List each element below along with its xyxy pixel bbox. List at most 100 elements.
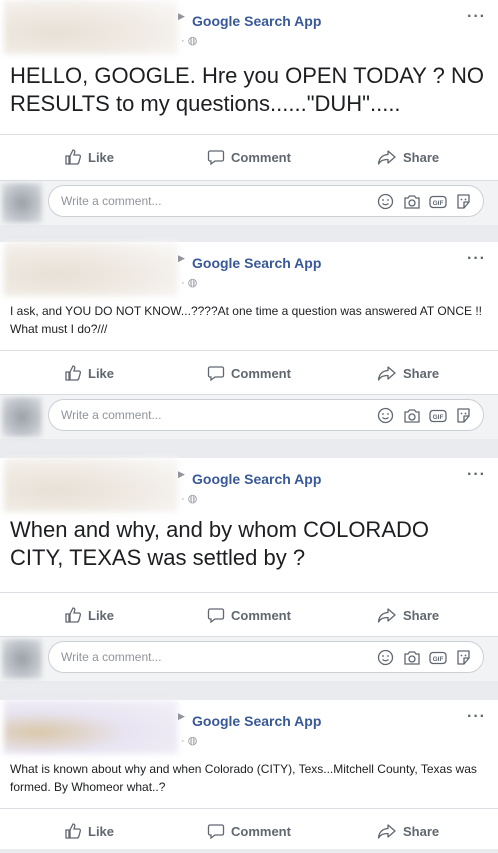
post-actions: Like Comment Share (0, 350, 498, 395)
shared-to-arrow-icon: ▶ (178, 469, 185, 479)
speech-bubble-icon (207, 150, 225, 166)
share-button[interactable]: Share (377, 809, 439, 853)
comment-input[interactable]: Write a comment... GIF (48, 399, 484, 431)
author-avatar[interactable] (4, 242, 178, 296)
comment-input[interactable]: Write a comment... GIF (48, 641, 484, 673)
share-arrow-icon (377, 366, 396, 381)
globe-icon[interactable]: · ◍ (181, 735, 197, 747)
comment-tools: GIF (376, 406, 473, 425)
author-avatar[interactable] (4, 0, 178, 54)
post-actions: Like Comment Share (0, 808, 498, 853)
page-name-link[interactable]: Google Search App (192, 471, 321, 487)
page-name-link[interactable]: Google Search App (192, 13, 321, 29)
post-text: What is known about why and when Colorad… (10, 762, 477, 794)
more-options-icon[interactable]: ··· (467, 466, 486, 484)
comment-input[interactable]: Write a comment... GIF (48, 185, 484, 217)
post-text: I ask, and YOU DO NOT KNOW...????At one … (10, 304, 482, 336)
comment-bar: Write a comment... GIF (0, 636, 498, 681)
share-label: Share (403, 365, 440, 381)
share-button[interactable]: Share (377, 135, 439, 179)
sticker-icon[interactable] (454, 406, 473, 425)
sticker-icon[interactable] (454, 192, 473, 211)
more-options-icon[interactable]: ··· (467, 708, 486, 726)
viewer-avatar (2, 183, 42, 223)
viewer-avatar (2, 639, 42, 679)
share-label: Share (403, 823, 440, 839)
share-button[interactable]: Share (377, 351, 439, 395)
shared-to-arrow-icon: ▶ (178, 711, 185, 721)
like-button[interactable]: Like (64, 351, 114, 395)
svg-text:GIF: GIF (432, 414, 443, 421)
like-button[interactable]: Like (64, 809, 114, 853)
thumbs-up-icon (65, 365, 82, 381)
gif-icon[interactable]: GIF (428, 406, 447, 425)
post-4: ▶ Google Search App · ◍ ··· What is know… (0, 700, 498, 849)
globe-icon[interactable]: · ◍ (181, 493, 197, 505)
like-label: Like (88, 149, 115, 165)
comment-placeholder: Write a comment... (61, 194, 162, 208)
page-name-link[interactable]: Google Search App (192, 713, 321, 729)
comment-button[interactable]: Comment (207, 809, 291, 853)
post-header: ▶ Google Search App · ◍ ··· (0, 0, 498, 56)
post-header: ▶ Google Search App · ◍ ··· (0, 700, 498, 756)
more-options-icon[interactable]: ··· (467, 8, 486, 26)
page-name-link[interactable]: Google Search App (192, 255, 321, 271)
comment-tools: GIF (376, 192, 473, 211)
svg-text:GIF: GIF (432, 656, 443, 663)
share-arrow-icon (377, 608, 396, 623)
post-actions: Like Comment Share (0, 134, 498, 179)
share-label: Share (403, 607, 440, 623)
comment-placeholder: Write a comment... (61, 650, 162, 664)
thumbs-up-icon (65, 149, 82, 165)
like-button[interactable]: Like (64, 593, 114, 637)
gif-icon[interactable]: GIF (428, 192, 447, 211)
like-button[interactable]: Like (64, 135, 114, 179)
like-label: Like (88, 365, 115, 381)
comment-button[interactable]: Comment (207, 135, 291, 179)
comment-tools: GIF (376, 648, 473, 667)
gif-icon[interactable]: GIF (428, 648, 447, 667)
camera-icon[interactable] (402, 192, 421, 211)
comment-label: Comment (231, 365, 291, 381)
viewer-avatar (2, 397, 42, 437)
smiley-icon[interactable] (376, 648, 395, 667)
post-header: ▶ Google Search App · ◍ ··· (0, 458, 498, 514)
more-options-icon[interactable]: ··· (467, 250, 486, 268)
speech-bubble-icon (207, 366, 225, 382)
like-label: Like (88, 607, 115, 623)
share-arrow-icon (377, 824, 396, 839)
post-1: ▶ Google Search App · ◍ ··· HELLO, GOOGL… (0, 0, 498, 180)
thumbs-up-icon (65, 823, 82, 839)
post-text: HELLO, GOOGLE. Hre you OPEN TODAY ? NO R… (10, 63, 484, 116)
author-avatar[interactable] (4, 700, 178, 754)
sticker-icon[interactable] (454, 648, 473, 667)
shared-to-arrow-icon: ▶ (178, 11, 185, 21)
post-2: ▶ Google Search App · ◍ ··· I ask, and Y… (0, 242, 498, 394)
comment-button[interactable]: Comment (207, 593, 291, 637)
post-actions: Like Comment Share (0, 592, 498, 637)
post-header: ▶ Google Search App · ◍ ··· (0, 242, 498, 298)
comment-bar: Write a comment... GIF (0, 180, 498, 225)
post-text: When and why, and by whom COLORADO CITY,… (10, 517, 429, 570)
smiley-icon[interactable] (376, 406, 395, 425)
share-arrow-icon (377, 150, 396, 165)
author-avatar[interactable] (4, 458, 178, 512)
thumbs-up-icon (65, 607, 82, 623)
camera-icon[interactable] (402, 648, 421, 667)
shared-to-arrow-icon: ▶ (178, 253, 185, 263)
comment-label: Comment (231, 823, 291, 839)
share-label: Share (403, 149, 440, 165)
comment-label: Comment (231, 149, 291, 165)
smiley-icon[interactable] (376, 192, 395, 211)
share-button[interactable]: Share (377, 593, 439, 637)
speech-bubble-icon (207, 608, 225, 624)
like-label: Like (88, 823, 115, 839)
comment-placeholder: Write a comment... (61, 408, 162, 422)
comment-button[interactable]: Comment (207, 351, 291, 395)
comment-bar: Write a comment... GIF (0, 394, 498, 439)
globe-icon[interactable]: · ◍ (181, 35, 197, 47)
comment-label: Comment (231, 607, 291, 623)
camera-icon[interactable] (402, 406, 421, 425)
globe-icon[interactable]: · ◍ (181, 277, 197, 289)
speech-bubble-icon (207, 824, 225, 840)
